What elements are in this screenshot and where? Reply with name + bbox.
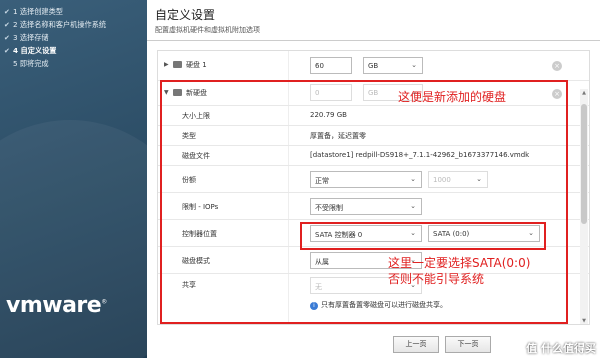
step-3[interactable]: ✔ 3 选择存储 (4, 32, 106, 43)
header-divider (147, 40, 600, 41)
scroll-thumb[interactable] (581, 104, 587, 224)
remove-icon[interactable]: × (552, 89, 562, 99)
disk-icon (173, 61, 182, 68)
next-button[interactable]: 下一页 (445, 336, 491, 353)
page-title: 自定义设置 (155, 8, 216, 22)
remove-icon[interactable]: × (552, 61, 562, 71)
annotation-sata-line2: 否则不能引导系统 (388, 272, 485, 286)
limit-row: 限制 - IOPs 不受限制 ⌄ (158, 193, 589, 220)
controller-row: 控制器位置 SATA 控制器 0 ⌄ SATA (0:0) ⌄ (158, 220, 589, 247)
shares-row: 份额 正常 ⌄ 1000 ⌄ (158, 166, 589, 193)
check-icon: ✔ (4, 20, 10, 29)
chevron-down-icon: ⌄ (476, 175, 482, 183)
sharing-note: i 只有厚置备置零磁盘可以进行磁盘共享。 (310, 300, 447, 310)
info-icon: i (310, 302, 318, 310)
disk1-label: 硬盘 1 (186, 61, 207, 69)
chevron-down-icon: ⌄ (411, 61, 417, 69)
annotation-sata-line1: 这里一定要选择SATA(0:0) (388, 256, 531, 270)
check-icon: ✔ (4, 46, 10, 55)
scrollbar[interactable]: ▲ ▼ (580, 89, 588, 324)
collapse-icon[interactable]: ▼ (164, 89, 169, 96)
page-subtitle: 配置虚拟机硬件和虚拟机附加选项 (155, 26, 260, 34)
maxsize-row: 大小上限 220.79 GB (158, 106, 589, 126)
chevron-down-icon: ⌄ (528, 229, 534, 237)
iops-limit-select[interactable]: 不受限制 ⌄ (310, 198, 422, 215)
wizard-steps: ✔ 1 选择创建类型 ✔ 2 选择名称和客户机操作系统 ✔ 3 选择存储 ✔ 4 自定义… (4, 6, 106, 71)
type-row: 类型 厚置备，延迟置零 (158, 126, 589, 146)
disk1-unit-select[interactable]: GB ⌄ (363, 57, 423, 74)
chevron-down-icon: ⌄ (410, 175, 416, 183)
step-1[interactable]: ✔ 1 选择创建类型 (4, 6, 106, 17)
wizard-sidebar: ✔ 1 选择创建类型 ✔ 2 选择名称和客户机操作系统 ✔ 3 选择存储 ✔ 4 自定义… (0, 0, 147, 358)
scroll-down-icon[interactable]: ▼ (580, 318, 588, 324)
shares-number[interactable]: 1000 ⌄ (428, 171, 488, 188)
expand-icon[interactable]: ▶ (164, 61, 169, 68)
check-icon: ✔ (4, 7, 10, 16)
hardware-panel: ▶ 硬盘 1 60 GB ⌄ × ▼ 新硬盘 0 GB ⌄ × 大小上限 220.7… (157, 50, 590, 325)
newdisk-size-input[interactable]: 0 (310, 84, 352, 101)
check-icon: ✔ (4, 33, 10, 42)
disk1-row: ▶ 硬盘 1 60 GB ⌄ × (158, 51, 589, 81)
controller-select[interactable]: SATA 控制器 0 ⌄ (310, 225, 422, 242)
disk1-size-input[interactable]: 60 (310, 57, 352, 74)
vmware-logo: vmware® (6, 293, 107, 318)
chevron-down-icon: ⌄ (410, 202, 416, 210)
controller-port-select[interactable]: SATA (0:0) ⌄ (428, 225, 540, 242)
annotation-new-disk: 这便是新添加的硬盘 (398, 90, 507, 104)
scroll-up-icon[interactable]: ▲ (580, 90, 588, 96)
main-content: 自定义设置 配置虚拟机硬件和虚拟机附加选项 ▶ 硬盘 1 60 GB ⌄ × ▼ … (147, 0, 600, 358)
step-4[interactable]: ✔ 4 自定义设置 (4, 45, 106, 56)
prev-button[interactable]: 上一页 (393, 336, 439, 353)
newdisk-label: 新硬盘 (186, 89, 207, 97)
newdisk-row: ▼ 新硬盘 0 GB ⌄ × (158, 81, 589, 106)
sharing-row: 共享 无 ⌄ i 只有厚置备置零磁盘可以进行磁盘共享。 (158, 274, 589, 319)
watermark: 值 什么值得买 (526, 342, 596, 355)
disk-icon (173, 89, 182, 96)
step-5[interactable]: 5 即将完成 (4, 58, 106, 69)
chevron-down-icon: ⌄ (410, 229, 416, 237)
shares-select[interactable]: 正常 ⌄ (310, 171, 422, 188)
file-row: 磁盘文件 [datastore1] redpill-DS918+_7.1.1-4… (158, 146, 589, 166)
step-2[interactable]: ✔ 2 选择名称和客户机操作系统 (4, 19, 106, 30)
